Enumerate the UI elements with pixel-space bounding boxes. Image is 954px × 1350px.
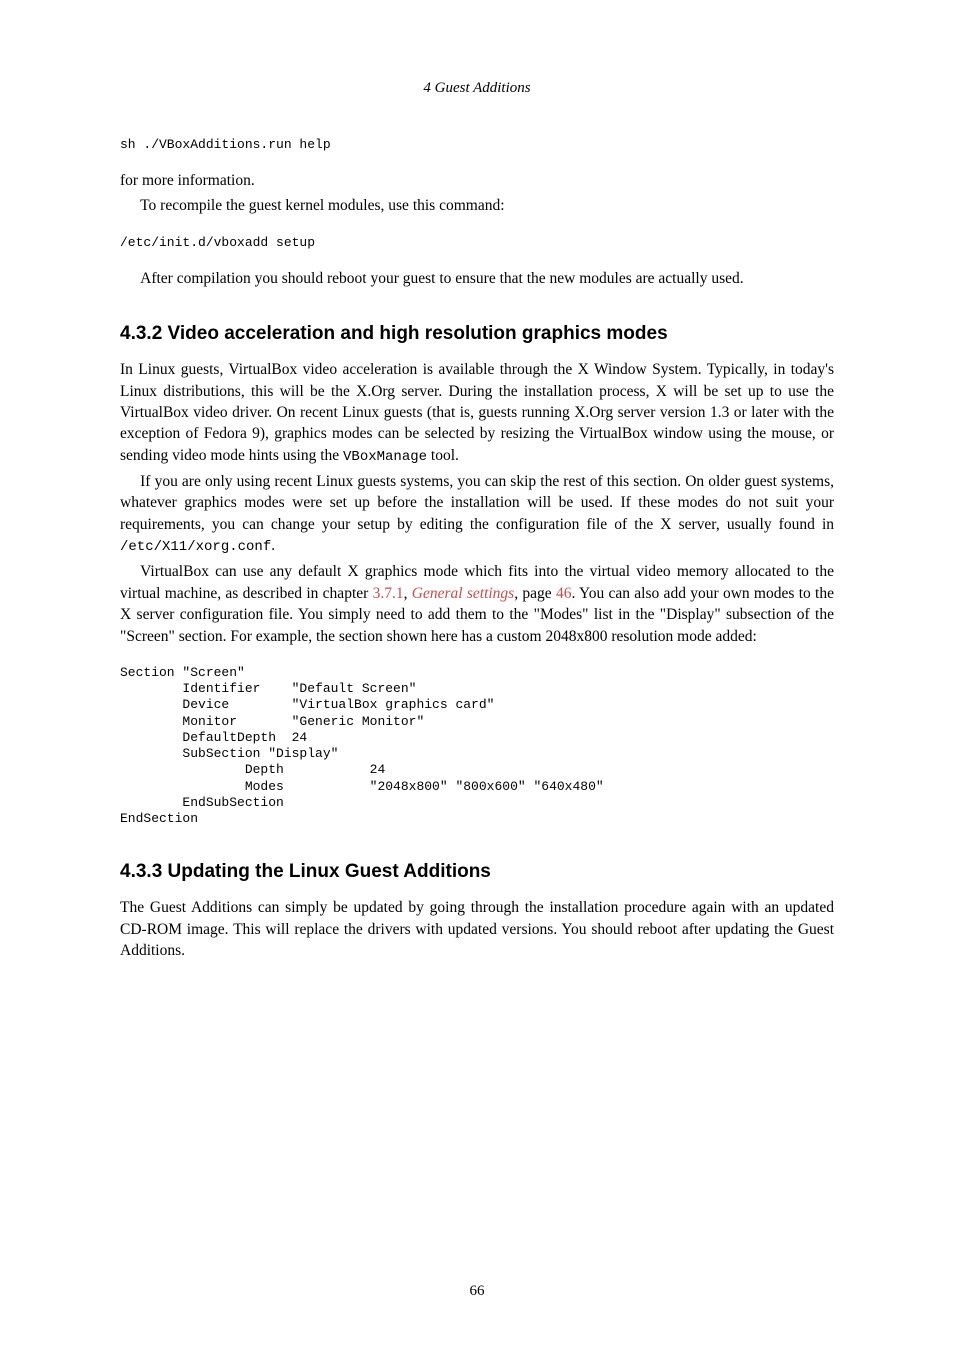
page: 4 Guest Additions sh ./VBoxAdditions.run… — [0, 0, 954, 1350]
section-heading-4-3-3: 4.3.3 Updating the Linux Guest Additions — [120, 861, 834, 883]
inline-code: /etc/X11/xorg.conf — [120, 539, 271, 555]
section-heading-4-3-2: 4.3.2 Video acceleration and high resolu… — [120, 323, 834, 345]
text: tool. — [427, 447, 459, 464]
paragraph: In Linux guests, VirtualBox video accele… — [120, 359, 834, 467]
paragraph: To recompile the guest kernel modules, u… — [120, 195, 834, 216]
inline-code: VBoxManage — [343, 449, 427, 465]
paragraph: After compilation you should reboot your… — [120, 268, 834, 289]
text: If you are only using recent Linux guest… — [120, 473, 834, 533]
paragraph: If you are only using recent Linux guest… — [120, 471, 834, 557]
text: , page — [514, 585, 556, 602]
code-block-screen-section: Section "Screen" Identifier "Default Scr… — [120, 665, 834, 828]
page-number: 66 — [0, 1283, 954, 1300]
paragraph: The Guest Additions can simply be update… — [120, 897, 834, 961]
text: . — [271, 537, 275, 554]
code-line-2: /etc/init.d/vboxadd setup — [120, 235, 834, 250]
paragraph: for more information. — [120, 170, 834, 191]
running-header: 4 Guest Additions — [120, 80, 834, 97]
link-chapter[interactable]: 3.7.1 — [373, 585, 404, 602]
link-general-settings[interactable]: General settings — [412, 585, 514, 602]
code-line-1: sh ./VBoxAdditions.run help — [120, 137, 834, 152]
link-page[interactable]: 46 — [556, 585, 572, 602]
paragraph: VirtualBox can use any default X graphic… — [120, 561, 834, 647]
text: In Linux guests, VirtualBox video accele… — [120, 361, 834, 464]
text: , — [404, 585, 412, 602]
